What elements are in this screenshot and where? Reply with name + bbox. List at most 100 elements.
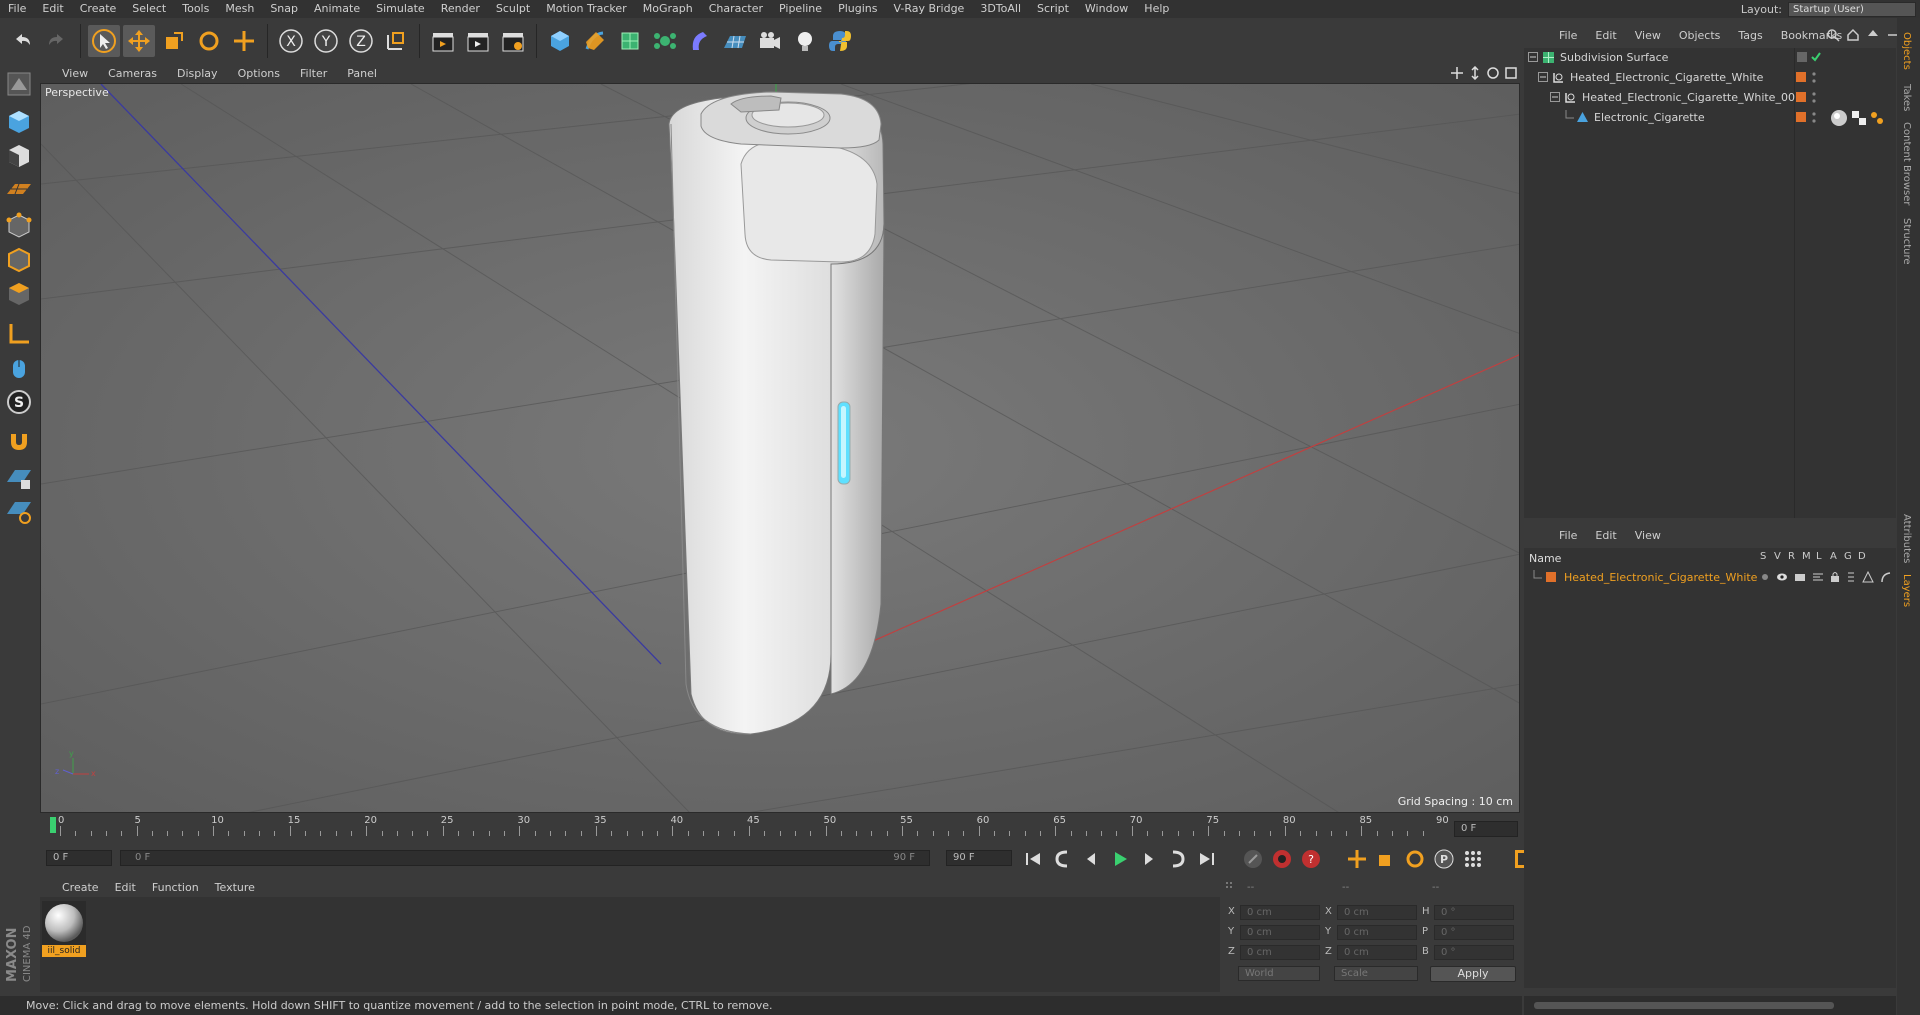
next-keyframe-icon[interactable] [1167,848,1189,870]
locked-workplane-button[interactable] [3,462,35,494]
cube-object-button[interactable] [544,25,576,57]
horizontal-scrollbar[interactable] [1534,1002,1834,1009]
subdivision-surface-button[interactable] [614,25,646,57]
live-selection-button[interactable] [88,25,120,57]
object-menu-objects[interactable]: Objects [1670,29,1730,42]
menu-file[interactable]: File [0,0,34,18]
tweak-mode-button[interactable] [3,352,35,384]
material-menu-create[interactable]: Create [54,881,107,894]
key-help-icon[interactable]: ? [1300,848,1322,870]
size-z-field[interactable]: 0 cm [1337,945,1417,960]
maximize-view-icon[interactable] [1504,66,1518,80]
menu-render[interactable]: Render [433,0,488,18]
menu-edit[interactable]: Edit [34,0,71,18]
object-menu-view[interactable]: View [1626,29,1670,42]
manager-icon[interactable] [1812,571,1824,583]
viewport-menu-display[interactable]: Display [167,67,228,80]
layout-select[interactable]: Startup (User) [1788,1,1916,17]
menu-3dtoall[interactable]: 3DToAll [972,0,1029,18]
menu-tools[interactable]: Tools [174,0,217,18]
orbit-icon[interactable] [1486,66,1500,80]
snap-button[interactable]: S [3,386,35,418]
key-pla-icon[interactable] [1462,848,1484,870]
apply-button[interactable]: Apply [1430,966,1516,982]
cloner-button[interactable] [649,25,681,57]
axis-mode-button[interactable] [3,318,35,350]
layer-menu-view[interactable]: View [1626,529,1670,542]
pan-icon[interactable] [1450,66,1464,80]
edges-mode-button[interactable] [3,244,35,276]
material-tag-icon[interactable] [1830,109,1848,127]
position-x-field[interactable]: 0 cm [1240,905,1320,920]
tab-layers[interactable]: Layers [1901,574,1912,607]
tab-attributes[interactable]: Attributes [1901,514,1912,563]
object-row-subdivision[interactable]: Subdivision Surface [1524,48,1896,68]
generator-icon[interactable] [1862,571,1874,583]
previous-keyframe-icon[interactable] [1051,848,1073,870]
material-menu-edit[interactable]: Edit [107,881,144,894]
x-axis-lock-button[interactable]: X [275,25,307,57]
position-z-field[interactable]: 0 cm [1240,945,1320,960]
redo-button[interactable] [41,25,73,57]
floor-button[interactable] [719,25,751,57]
play-icon[interactable] [1109,848,1131,870]
model-mode-button[interactable] [3,106,35,138]
pen-spline-button[interactable] [579,25,611,57]
position-y-field[interactable]: 0 cm [1240,925,1320,940]
key-position-icon[interactable] [1346,848,1368,870]
object-manager[interactable]: Subdivision Surface Heated_Electronic_Ci… [1524,48,1896,518]
menu-create[interactable]: Create [72,0,125,18]
tab-content-browser[interactable]: Content Browser [1901,122,1912,205]
rotate-tool-button[interactable] [193,25,225,57]
z-axis-lock-button[interactable]: Z [345,25,377,57]
viewport-menu-filter[interactable]: Filter [290,67,337,80]
size-x-field[interactable]: 0 cm [1337,905,1417,920]
object-menu-file[interactable]: File [1550,29,1586,42]
menu-character[interactable]: Character [701,0,771,18]
texture-mode-button[interactable] [3,140,35,172]
menu-snap[interactable]: Snap [262,0,306,18]
menu-sculpt[interactable]: Sculpt [488,0,538,18]
material-swatch[interactable]: iil_solid [42,901,86,957]
previous-frame-icon[interactable] [1080,848,1102,870]
tab-takes[interactable]: Takes [1901,84,1912,111]
render-icon[interactable] [1794,571,1806,583]
menu-motion-tracker[interactable]: Motion Tracker [538,0,634,18]
move-tool-button[interactable] [123,25,155,57]
up-arrow-icon[interactable] [1866,28,1880,42]
key-rotation-icon[interactable] [1404,848,1426,870]
key-parameter-icon[interactable]: P [1433,848,1455,870]
start-frame-field[interactable]: 0 F [46,850,112,866]
rotation-p-field[interactable]: 0 ° [1434,925,1514,940]
3d-viewport[interactable]: y x z Perspective Grid Spacing : 10 cm [40,83,1520,813]
material-menu-texture[interactable]: Texture [207,881,263,894]
next-frame-icon[interactable] [1138,848,1160,870]
eye-icon[interactable] [1776,571,1788,583]
timeline-ruler[interactable]: 0 5 10 15 20 25 30 35 40 45 50 55 60 65 70 75 80 85 90 [48,814,1449,842]
menu-mograph[interactable]: MoGraph [635,0,701,18]
solo-dot-icon[interactable] [1760,571,1770,583]
go-to-start-icon[interactable] [1022,848,1044,870]
camera-button[interactable] [754,25,786,57]
layer-manager[interactable]: Name SVRMLAGD Heated_Electronic_Cigarett… [1524,548,1896,988]
object-row-cigarette-white[interactable]: Heated_Electronic_Cigarette_White [1524,68,1896,88]
range-slider[interactable]: 0 F 90 F [120,850,930,866]
object-menu-edit[interactable]: Edit [1586,29,1625,42]
search-icon[interactable] [1826,28,1840,42]
material-menu-function[interactable]: Function [144,881,207,894]
render-picture-viewer-button[interactable] [462,25,494,57]
menu-script[interactable]: Script [1029,0,1077,18]
undo-button[interactable] [6,25,38,57]
coordinate-mode-select[interactable]: World [1238,966,1320,981]
deformer-icon[interactable] [1880,571,1892,583]
points-mode-button[interactable] [3,210,35,242]
coordinate-system-button[interactable] [380,25,412,57]
rotation-h-field[interactable]: 0 ° [1434,905,1514,920]
playhead[interactable] [50,817,56,833]
magnet-button[interactable] [3,424,35,456]
timeline[interactable]: 0 5 10 15 20 25 30 35 40 45 50 55 60 65 70 75 80 85 90 0 F [40,814,1522,842]
menu-animate[interactable]: Animate [306,0,368,18]
rotation-b-field[interactable]: 0 ° [1434,945,1514,960]
dolly-icon[interactable] [1468,66,1482,80]
layer-color-swatch[interactable] [1546,572,1556,582]
